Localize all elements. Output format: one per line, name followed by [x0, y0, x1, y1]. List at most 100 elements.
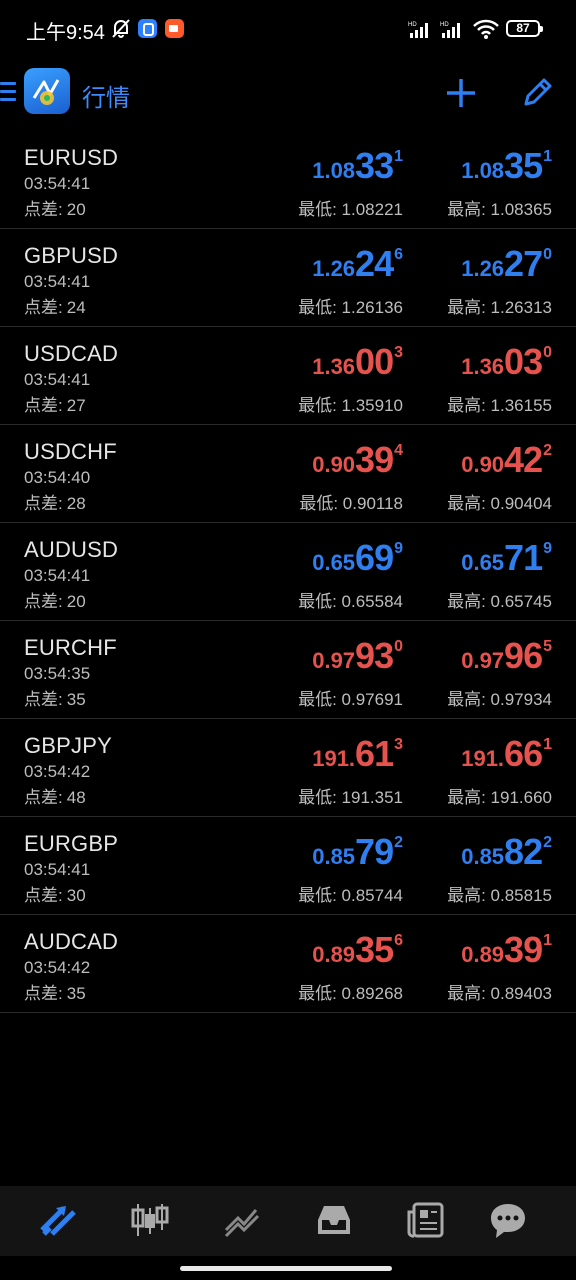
quote-row[interactable]: USDCAD 03:54:41 点差: 27 1.36003 1.36030 最低…	[0, 327, 576, 425]
svg-text:HD: HD	[440, 22, 449, 28]
ask-price[interactable]: 0.90422	[461, 439, 552, 481]
symbol-name: EURGBP	[24, 831, 119, 856]
edit-icon[interactable]	[520, 76, 554, 110]
high-price: 最高: 1.08365	[447, 200, 552, 219]
ask-price-point: 5	[543, 638, 552, 655]
bid-price[interactable]: 191.613	[312, 733, 403, 775]
bid-price-point: 9	[394, 540, 403, 557]
high-price: 最高: 0.89403	[447, 984, 552, 1003]
chart-icon[interactable]	[130, 1200, 170, 1240]
spread-value: 点差: 20	[24, 195, 90, 220]
quote-row[interactable]: GBPJPY 03:54:42 点差: 48 191.613 191.661 最低…	[0, 719, 576, 817]
high-price: 最高: 1.26313	[447, 298, 552, 317]
bid-price-pips: 39	[355, 439, 394, 480]
bid-price[interactable]: 1.36003	[312, 341, 403, 383]
bid-price-point: 1	[394, 148, 403, 165]
quote-row[interactable]: EURGBP 03:54:41 点差: 30 0.85792 0.85822 最低…	[0, 817, 576, 915]
bid-price[interactable]: 0.89356	[312, 929, 403, 971]
news-icon[interactable]	[406, 1200, 446, 1240]
bid-price-prefix: 0.90	[312, 452, 356, 477]
ask-price-point: 1	[543, 148, 552, 165]
symbol-name: USDCHF	[24, 439, 117, 464]
symbol-name: USDCAD	[24, 341, 119, 366]
bid-price-point: 3	[394, 736, 403, 753]
ask-price-point: 2	[543, 442, 552, 459]
svg-text:HD: HD	[408, 22, 417, 28]
ask-price-pips: 39	[504, 929, 543, 970]
ask-price[interactable]: 0.65719	[461, 537, 552, 579]
spread-value: 点差: 20	[24, 587, 90, 612]
spread-label: 点差:	[24, 984, 63, 1003]
bid-price-prefix: 191.	[312, 746, 356, 771]
ask-price-prefix: 0.89	[461, 942, 505, 967]
bid-price-point: 3	[394, 344, 403, 361]
ask-price[interactable]: 1.26270	[461, 243, 552, 285]
spread-label: 点差:	[24, 298, 63, 317]
ask-price[interactable]: 0.85822	[461, 831, 552, 873]
ask-price[interactable]: 1.36030	[461, 341, 552, 383]
low-price: 最低: 0.89268	[298, 984, 403, 1003]
spread-value: 点差: 35	[24, 979, 90, 1004]
low-price: 最低: 191.351	[298, 788, 403, 807]
symbol-name: AUDUSD	[24, 537, 119, 562]
ask-price-point: 1	[543, 736, 552, 753]
bid-price-pips: 33	[355, 145, 394, 186]
quote-time: 03:54:35	[24, 664, 91, 683]
hd-signal-icon: HD	[440, 22, 460, 38]
quote-row[interactable]: AUDCAD 03:54:42 点差: 35 0.89356 0.89391 最低…	[0, 915, 576, 1013]
ask-price-point: 1	[543, 932, 552, 949]
messages-icon[interactable]	[488, 1200, 528, 1240]
bid-price-pips: 93	[355, 635, 394, 676]
high-price: 最高: 0.97934	[447, 690, 552, 709]
bell-off-icon	[112, 19, 130, 38]
history-icon[interactable]	[314, 1200, 354, 1240]
quote-time: 03:54:41	[24, 370, 91, 389]
ask-price[interactable]: 0.89391	[461, 929, 552, 971]
app-bar: 行情	[0, 58, 576, 126]
quote-time: 03:54:41	[24, 860, 91, 879]
bid-price-pips: 69	[355, 537, 394, 578]
quote-time: 03:54:42	[24, 762, 91, 781]
battery-icon: 87	[506, 20, 543, 37]
quote-row[interactable]: GBPUSD 03:54:41 点差: 24 1.26246 1.26270 最低…	[0, 229, 576, 327]
quote-row[interactable]: EURUSD 03:54:41 点差: 20 1.08331 1.08351 最低…	[0, 131, 576, 229]
spread-label: 点差:	[24, 396, 63, 415]
high-price: 最高: 0.85815	[447, 886, 552, 905]
quote-time: 03:54:41	[24, 272, 91, 291]
bid-price[interactable]: 1.26246	[312, 243, 403, 285]
ask-price-prefix: 1.08	[461, 158, 505, 183]
ask-price-prefix: 0.85	[461, 844, 505, 869]
quote-row[interactable]: USDCHF 03:54:40 点差: 28 0.90394 0.90422 最低…	[0, 425, 576, 523]
spread-number: 28	[66, 494, 86, 513]
bid-price[interactable]: 0.90394	[312, 439, 403, 481]
spread-label: 点差:	[24, 690, 63, 709]
spread-number: 35	[66, 984, 86, 1003]
ask-price-prefix: 191.	[461, 746, 505, 771]
low-price: 最低: 0.90118	[299, 494, 403, 513]
quote-row[interactable]: AUDUSD 03:54:41 点差: 20 0.65699 0.65719 最低…	[0, 523, 576, 621]
ask-price-point: 9	[543, 540, 552, 557]
bid-price-pips: 00	[355, 341, 394, 382]
ask-price[interactable]: 1.08351	[461, 145, 552, 187]
ask-price[interactable]: 0.97965	[461, 635, 552, 677]
menu-icon[interactable]	[0, 82, 16, 102]
bid-price-point: 2	[394, 834, 403, 851]
wifi-icon	[473, 19, 499, 39]
ask-price-prefix: 0.65	[461, 550, 505, 575]
trade-icon[interactable]	[222, 1200, 262, 1240]
high-price: 最高: 0.65745	[447, 592, 552, 611]
quotes-icon[interactable]	[38, 1200, 78, 1240]
bid-price[interactable]: 1.08331	[312, 145, 403, 187]
bid-price-point: 0	[394, 638, 403, 655]
ask-price-point: 0	[543, 246, 552, 263]
bid-price-pips: 24	[355, 243, 394, 284]
bid-price[interactable]: 0.85792	[312, 831, 403, 873]
ask-price[interactable]: 191.661	[461, 733, 552, 775]
ask-price-prefix: 1.36	[461, 354, 505, 379]
quote-row[interactable]: EURCHF 03:54:35 点差: 35 0.97930 0.97965 最低…	[0, 621, 576, 719]
bid-price[interactable]: 0.65699	[312, 537, 403, 579]
low-price: 最低: 1.26136	[298, 298, 403, 317]
add-icon[interactable]	[444, 76, 478, 110]
bid-price-prefix: 0.85	[312, 844, 356, 869]
bid-price[interactable]: 0.97930	[312, 635, 403, 677]
